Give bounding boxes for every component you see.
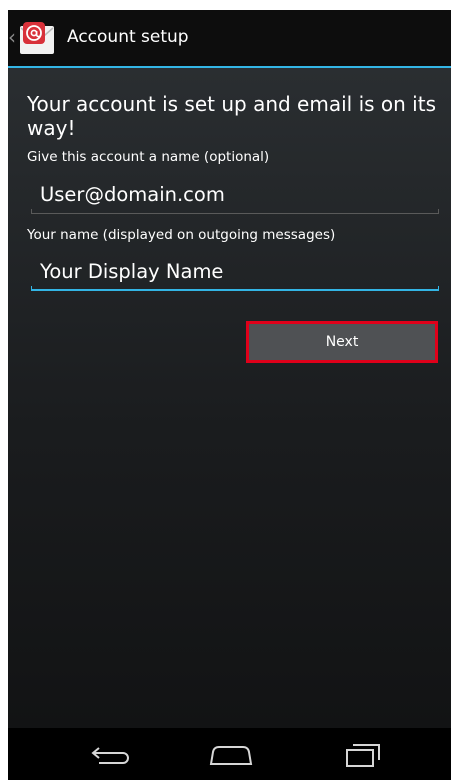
field-edge	[31, 209, 32, 214]
email-at-icon[interactable]	[18, 20, 56, 56]
account-name-value: User@domain.com	[40, 183, 225, 206]
next-button[interactable]: Next	[246, 321, 438, 363]
field-edge	[438, 209, 439, 214]
action-bar: ‹ Account setup	[8, 10, 451, 68]
your-name-value: Your Display Name	[40, 260, 224, 283]
setup-form: Your account is set up and email is on i…	[8, 68, 451, 728]
account-name-field[interactable]: User@domain.com	[31, 178, 439, 214]
field-edge	[438, 286, 439, 291]
setup-headline: Your account is set up and email is on i…	[27, 92, 436, 140]
your-name-field[interactable]: Your Display Name	[31, 255, 439, 291]
next-button-label: Next	[325, 334, 359, 350]
back-icon[interactable]	[83, 736, 143, 772]
account-name-label: Give this account a name (optional)	[27, 149, 270, 165]
phone-screen: ‹ Account setup Your account is set up a…	[8, 10, 451, 780]
field-underline	[31, 213, 439, 214]
navigation-bar	[8, 728, 451, 780]
field-edge	[31, 286, 32, 291]
recent-apps-icon[interactable]	[333, 736, 393, 772]
your-name-label: Your name (displayed on outgoing message…	[27, 227, 336, 243]
action-bar-title: Account setup	[67, 27, 189, 47]
home-icon[interactable]	[201, 736, 261, 772]
up-caret-icon[interactable]: ‹	[8, 27, 16, 47]
field-underline	[31, 289, 439, 291]
